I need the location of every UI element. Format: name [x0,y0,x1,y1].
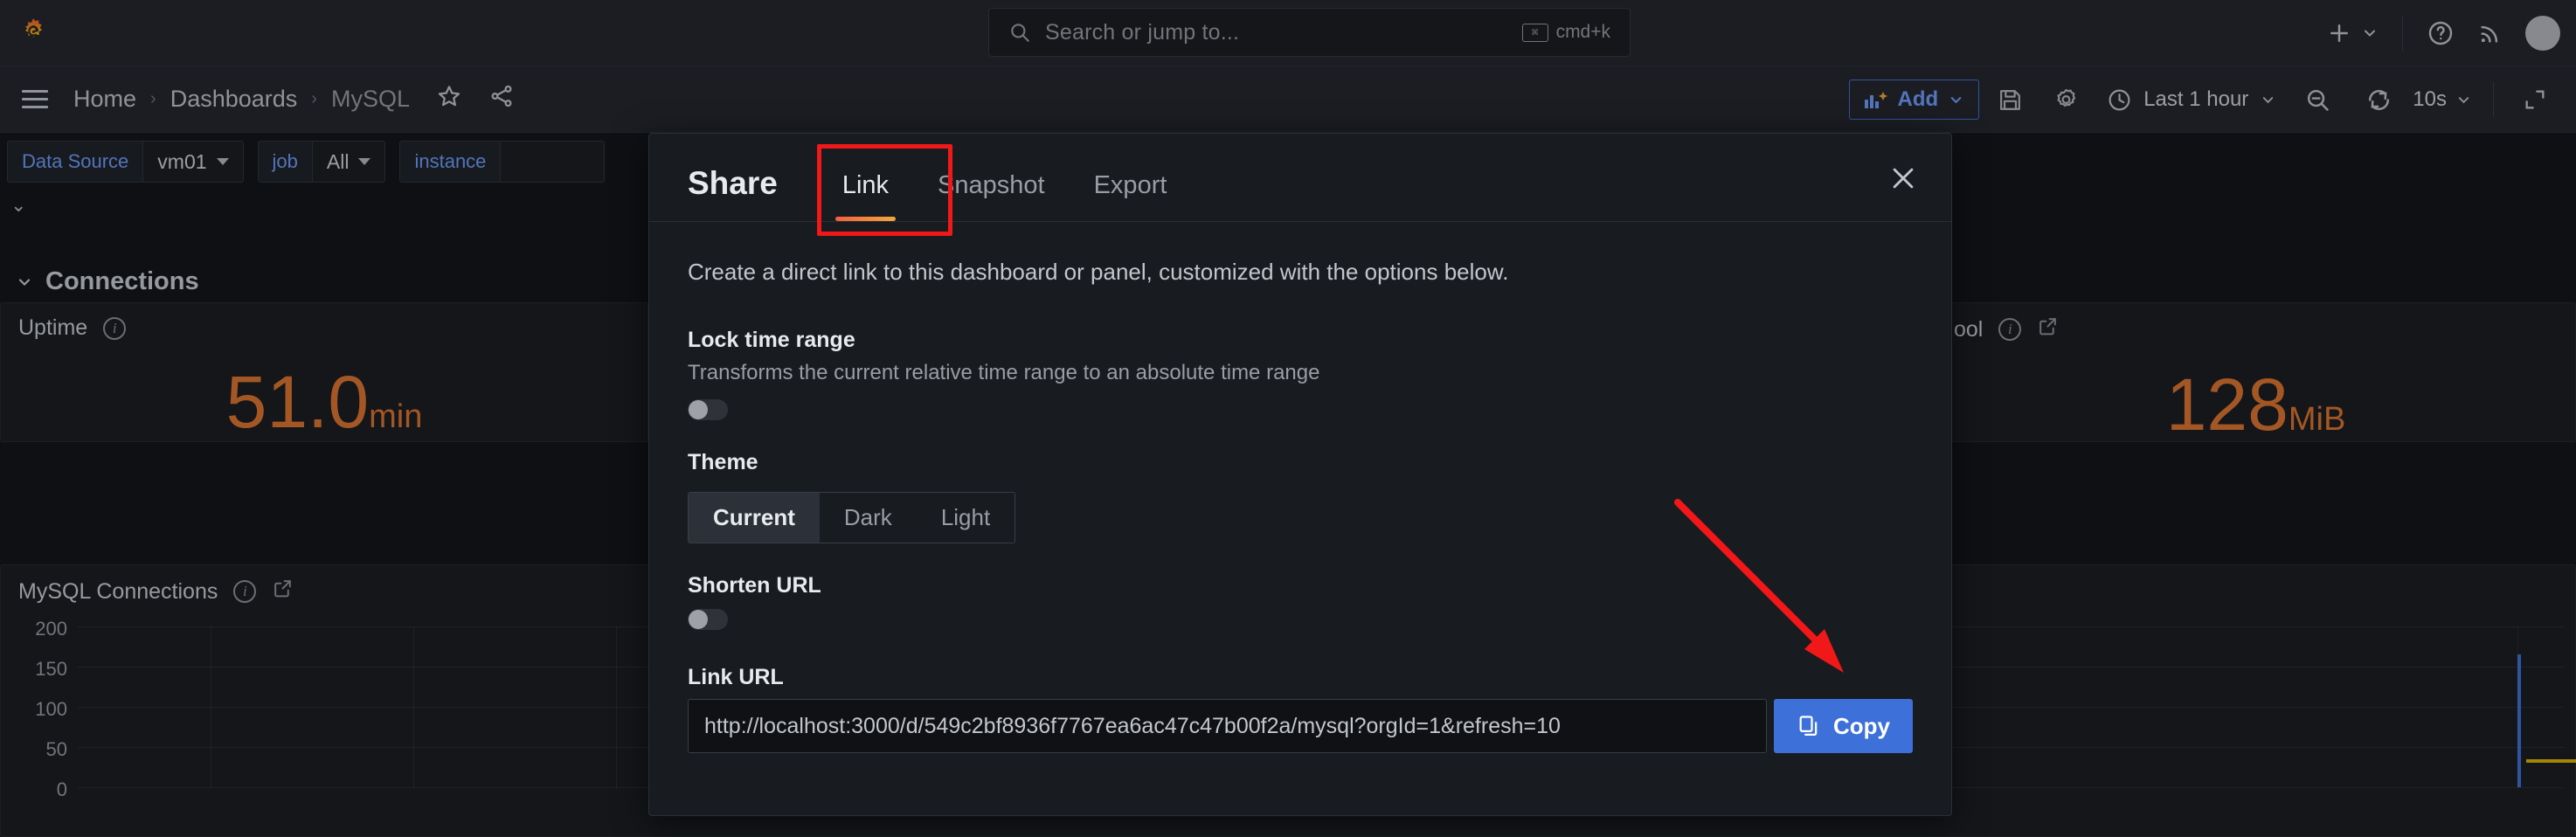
share-modal-body: Create a direct link to this dashboard o… [649,222,1951,753]
theme-radio-group: Current Dark Light [688,492,1016,543]
link-url-label: Link URL [688,665,784,689]
copy-button-label: Copy [1833,712,1890,739]
theme-label: Theme [688,450,758,474]
grafana-app: Search or jump to... ⌘ cmd+k Home › Dash… [0,0,2576,837]
toggle-knob [689,400,708,419]
tab-link[interactable]: Link [818,171,913,221]
theme-option-dark[interactable]: Dark [820,493,917,543]
theme-field: Theme Current Dark Light [688,450,1913,543]
tab-export[interactable]: Export [1070,171,1192,221]
theme-option-light[interactable]: Light [917,493,1014,543]
shorten-url-field: Shorten URL [688,573,1913,630]
lock-time-range-label: Lock time range [688,328,855,352]
link-url-field: Link URL http://localhost:3000/d/549c2bf… [688,665,1913,753]
toggle-knob [689,610,708,629]
theme-option-current[interactable]: Current [689,493,820,543]
lock-time-range-sublabel: Transforms the current relative time ran… [688,361,1320,384]
tab-snapshot[interactable]: Snapshot [913,171,1070,221]
shorten-url-toggle[interactable] [688,609,728,630]
share-modal: Share Link Snapshot Export Create a dire… [648,133,1952,816]
copy-link-button[interactable]: Copy [1774,699,1913,753]
link-url-row: http://localhost:3000/d/549c2bf8936f7767… [688,699,1913,753]
lock-time-range-field: Lock time range Transforms the current r… [688,328,1913,420]
copy-icon [1799,716,1818,737]
lock-time-range-toggle[interactable] [688,399,728,420]
share-modal-header: Share Link Snapshot Export [649,134,1951,222]
close-modal-button[interactable] [1883,158,1923,198]
shorten-url-label: Shorten URL [688,573,821,598]
share-modal-title: Share [688,165,778,201]
share-description: Create a direct link to this dashboard o… [688,259,1509,285]
link-url-input[interactable]: http://localhost:3000/d/549c2bf8936f7767… [688,699,1767,753]
close-icon [1893,168,1914,189]
